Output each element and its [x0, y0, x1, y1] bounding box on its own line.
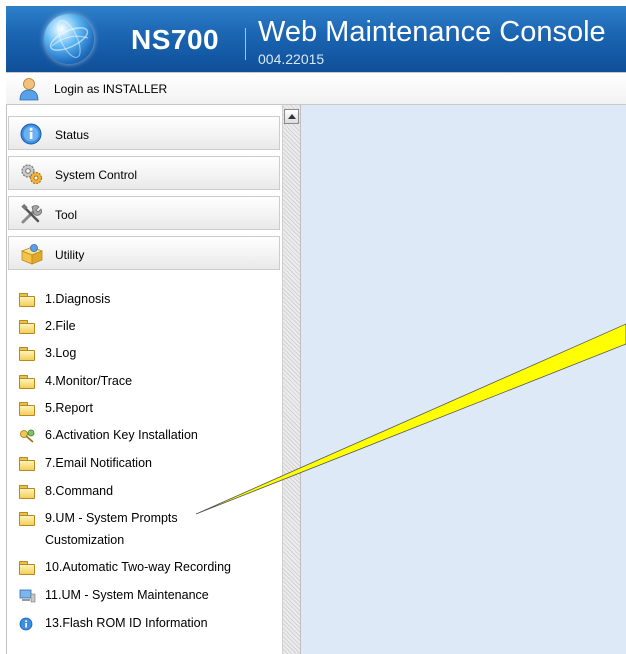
callout-arrow — [195, 323, 626, 515]
